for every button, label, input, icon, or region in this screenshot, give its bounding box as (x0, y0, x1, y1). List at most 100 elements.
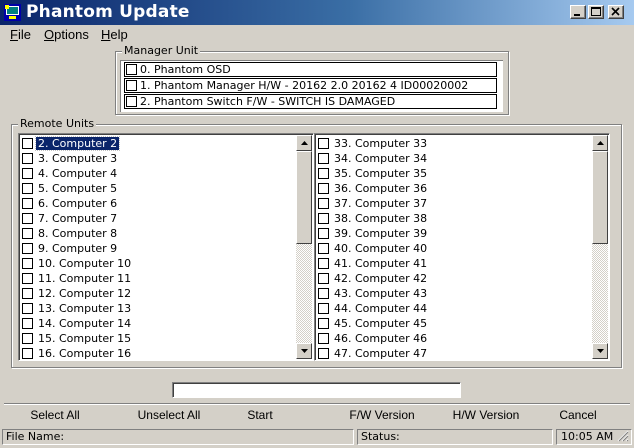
remote-list-left[interactable]: 2. Computer 2 3. Computer 3 4. Computer 4 5… (18, 133, 314, 361)
manager-item-checkbox[interactable] (126, 80, 137, 91)
remote-unit-row[interactable]: 33. Computer 33 (317, 136, 593, 151)
remote-unit-label: 14. Computer 14 (38, 317, 132, 330)
remote-unit-checkbox[interactable] (318, 213, 329, 224)
remote-unit-label: 41. Computer 41 (334, 257, 428, 270)
remote-unit-checkbox[interactable] (22, 198, 33, 209)
remote-unit-checkbox[interactable] (22, 333, 33, 344)
remote-unit-checkbox[interactable] (318, 153, 329, 164)
scroll-thumb[interactable] (296, 151, 312, 244)
remote-unit-label: 7. Computer 7 (38, 212, 118, 225)
remote-unit-row[interactable]: 39. Computer 39 (317, 226, 593, 241)
remote-unit-checkbox[interactable] (318, 168, 329, 179)
remote-unit-checkbox[interactable] (318, 183, 329, 194)
remote-list-left-scrollbar[interactable] (296, 135, 312, 359)
remote-unit-checkbox[interactable] (318, 243, 329, 254)
app-icon[interactable] (4, 4, 21, 21)
remote-list-right[interactable]: 33. Computer 33 34. Computer 34 35. Comput… (314, 133, 610, 361)
manager-item-osd[interactable]: 0. Phantom OSD (124, 62, 497, 77)
remote-unit-checkbox[interactable] (22, 348, 33, 359)
remote-unit-row[interactable]: 42. Computer 42 (317, 271, 593, 286)
remote-unit-row[interactable]: 47. Computer 47 (317, 346, 593, 360)
remote-unit-row[interactable]: 34. Computer 34 (317, 151, 593, 166)
remote-unit-checkbox[interactable] (22, 168, 33, 179)
remote-unit-label: 16. Computer 16 (38, 347, 132, 360)
remote-unit-row[interactable]: 46. Computer 46 (317, 331, 593, 346)
remote-unit-checkbox[interactable] (318, 333, 329, 344)
cancel-button[interactable]: Cancel (546, 404, 610, 426)
remote-unit-label: 39. Computer 39 (334, 227, 428, 240)
remote-unit-row[interactable]: 43. Computer 43 (317, 286, 593, 301)
remote-unit-checkbox[interactable] (22, 258, 33, 269)
close-icon (611, 7, 620, 16)
title-bar[interactable]: Phantom Update (0, 0, 634, 25)
remote-unit-checkbox[interactable] (22, 273, 33, 284)
remote-unit-row[interactable]: 9. Computer 9 (21, 241, 297, 256)
scroll-down-button[interactable] (296, 343, 312, 359)
remote-unit-checkbox[interactable] (318, 288, 329, 299)
remote-unit-row[interactable]: 12. Computer 12 (21, 286, 297, 301)
remote-unit-checkbox[interactable] (318, 258, 329, 269)
fw-version-button[interactable]: F/W Version (336, 404, 428, 426)
remote-unit-checkbox[interactable] (318, 228, 329, 239)
remote-unit-checkbox[interactable] (22, 303, 33, 314)
remote-unit-checkbox[interactable] (22, 288, 33, 299)
remote-unit-checkbox[interactable] (22, 228, 33, 239)
remote-unit-checkbox[interactable] (318, 198, 329, 209)
remote-unit-row[interactable]: 40. Computer 40 (317, 241, 593, 256)
remote-unit-checkbox[interactable] (22, 213, 33, 224)
remote-unit-checkbox[interactable] (22, 153, 33, 164)
remote-unit-row[interactable]: 2. Computer 2 (21, 136, 297, 151)
remote-unit-row[interactable]: 8. Computer 8 (21, 226, 297, 241)
remote-unit-checkbox[interactable] (318, 273, 329, 284)
manager-unit-list[interactable]: 0. Phantom OSD 1. Phantom Manager H/W - … (120, 60, 503, 112)
remote-unit-row[interactable]: 4. Computer 4 (21, 166, 297, 181)
manager-item-switch[interactable]: 2. Phantom Switch F/W - SWITCH IS DAMAGE… (124, 94, 497, 109)
remote-unit-label: 37. Computer 37 (334, 197, 428, 210)
scroll-down-button[interactable] (592, 343, 608, 359)
remote-unit-row[interactable]: 35. Computer 35 (317, 166, 593, 181)
remote-unit-checkbox[interactable] (22, 138, 33, 149)
menu-file[interactable]: File (10, 27, 31, 42)
remote-list-right-scrollbar[interactable] (592, 135, 608, 359)
hw-version-button[interactable]: H/W Version (440, 404, 532, 426)
remote-unit-row[interactable]: 6. Computer 6 (21, 196, 297, 211)
menu-options-label: ptions (54, 27, 89, 42)
scroll-thumb[interactable] (592, 151, 608, 244)
remote-unit-row[interactable]: 15. Computer 15 (21, 331, 297, 346)
scroll-up-button[interactable] (296, 135, 312, 151)
remote-unit-checkbox[interactable] (318, 348, 329, 359)
menu-options[interactable]: Options (44, 27, 89, 42)
remote-unit-row[interactable]: 13. Computer 13 (21, 301, 297, 316)
remote-unit-row[interactable]: 41. Computer 41 (317, 256, 593, 271)
remote-unit-row[interactable]: 37. Computer 37 (317, 196, 593, 211)
remote-unit-checkbox[interactable] (22, 183, 33, 194)
remote-unit-row[interactable]: 44. Computer 44 (317, 301, 593, 316)
maximize-button[interactable] (588, 5, 604, 19)
remote-unit-checkbox[interactable] (318, 318, 329, 329)
remote-unit-row[interactable]: 3. Computer 3 (21, 151, 297, 166)
manager-item-hw[interactable]: 1. Phantom Manager H/W - 20162 2.0 20162… (124, 78, 497, 93)
remote-unit-row[interactable]: 36. Computer 36 (317, 181, 593, 196)
resize-grip-icon[interactable] (617, 430, 629, 442)
remote-unit-checkbox[interactable] (22, 318, 33, 329)
remote-unit-row[interactable]: 14. Computer 14 (21, 316, 297, 331)
close-button[interactable] (608, 5, 624, 19)
remote-unit-row[interactable]: 11. Computer 11 (21, 271, 297, 286)
select-all-button[interactable]: Select All (14, 404, 96, 426)
remote-unit-checkbox[interactable] (22, 243, 33, 254)
remote-unit-row[interactable]: 16. Computer 16 (21, 346, 297, 360)
remote-unit-row[interactable]: 5. Computer 5 (21, 181, 297, 196)
manager-item-checkbox[interactable] (126, 96, 137, 107)
start-button[interactable]: Start (230, 404, 290, 426)
remote-unit-checkbox[interactable] (318, 303, 329, 314)
unselect-all-button[interactable]: Unselect All (126, 404, 212, 426)
menu-help[interactable]: Help (101, 27, 128, 42)
scroll-up-button[interactable] (592, 135, 608, 151)
remote-unit-checkbox[interactable] (318, 138, 329, 149)
remote-unit-row[interactable]: 7. Computer 7 (21, 211, 297, 226)
manager-item-checkbox[interactable] (126, 64, 137, 75)
remote-unit-row[interactable]: 38. Computer 38 (317, 211, 593, 226)
minimize-button[interactable] (570, 5, 586, 19)
remote-unit-row[interactable]: 45. Computer 45 (317, 316, 593, 331)
remote-unit-row[interactable]: 10. Computer 10 (21, 256, 297, 271)
